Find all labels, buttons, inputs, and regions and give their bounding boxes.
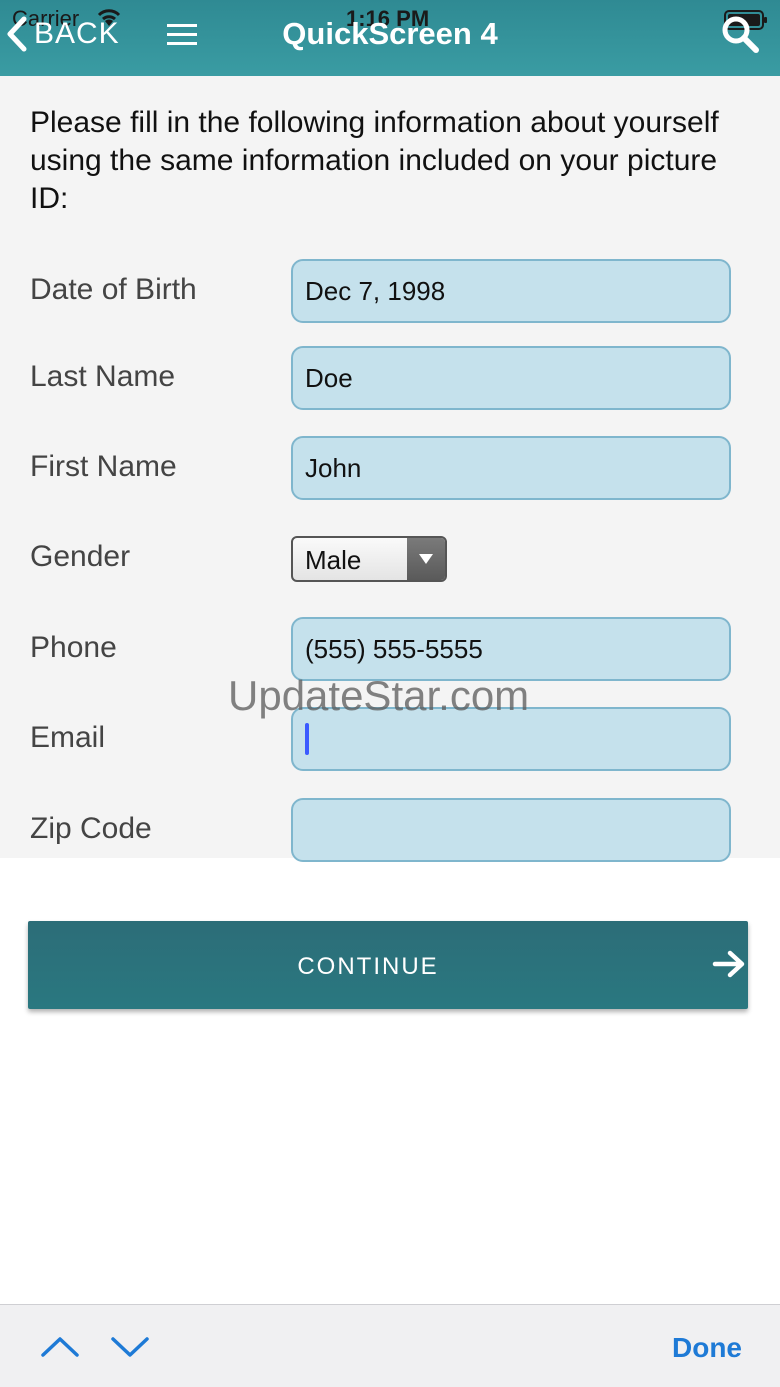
hamburger-icon	[167, 24, 197, 45]
keyboard-toolbar: Done	[0, 1304, 780, 1387]
phone-value: (555) 555-5555	[305, 633, 483, 664]
back-label: BACK	[34, 17, 120, 50]
date-of-birth-label: Date of Birth	[30, 273, 197, 306]
done-button[interactable]: Done	[672, 1332, 742, 1364]
zip-code-label: Zip Code	[30, 812, 152, 845]
row-gender: Gender Male	[0, 531, 780, 595]
form-area: Please fill in the following information…	[0, 76, 780, 862]
previous-field-button[interactable]	[40, 1331, 80, 1361]
search-icon	[722, 16, 759, 53]
row-phone: Phone (555) 555-5555	[0, 617, 780, 681]
row-date-of-birth: Date of Birth Dec 7, 1998	[0, 259, 780, 323]
row-email: Email	[0, 707, 780, 771]
continue-button[interactable]: CONTINUE	[28, 921, 748, 1009]
arrow-right-icon	[712, 950, 745, 978]
first-name-value: John	[305, 452, 362, 483]
row-last-name: Last Name Doe	[0, 346, 780, 410]
phone-label: Phone	[30, 631, 117, 664]
chevron-down-icon	[111, 1337, 149, 1357]
gender-select[interactable]: Male	[291, 536, 447, 582]
form-intro: Please fill in the following information…	[30, 106, 719, 215]
date-of-birth-value: Dec 7, 1998	[305, 275, 446, 306]
email-label: Email	[30, 721, 106, 754]
row-first-name: First Name John	[0, 436, 780, 500]
next-field-button[interactable]	[110, 1331, 150, 1361]
gender-label: Gender	[30, 540, 131, 573]
chevron-up-icon	[41, 1337, 79, 1357]
gender-value: Male	[305, 545, 362, 575]
first-name-label: First Name	[30, 450, 177, 483]
dropdown-arrow	[407, 538, 445, 580]
first-name-field[interactable]: John	[291, 436, 731, 500]
last-name-label: Last Name	[30, 360, 176, 393]
text-caret	[305, 723, 309, 755]
zip-code-field[interactable]	[291, 798, 731, 862]
email-field[interactable]	[291, 707, 731, 771]
continue-label: CONTINUE	[297, 953, 439, 980]
app-header: Carrier 1:16 PM BACK QuickScreen 4	[0, 0, 780, 76]
menu-button[interactable]	[164, 20, 200, 50]
back-button[interactable]: BACK	[6, 14, 120, 54]
row-zip-code: Zip Code	[0, 798, 780, 862]
date-of-birth-field[interactable]: Dec 7, 1998	[291, 259, 731, 323]
chevron-left-icon	[7, 16, 27, 52]
last-name-value: Doe	[305, 362, 353, 393]
triangle-down-icon	[419, 554, 433, 564]
status-time: 1:16 PM	[346, 6, 430, 31]
search-button[interactable]	[718, 12, 762, 56]
last-name-field[interactable]: Doe	[291, 346, 731, 410]
phone-field[interactable]: (555) 555-5555	[291, 617, 731, 681]
